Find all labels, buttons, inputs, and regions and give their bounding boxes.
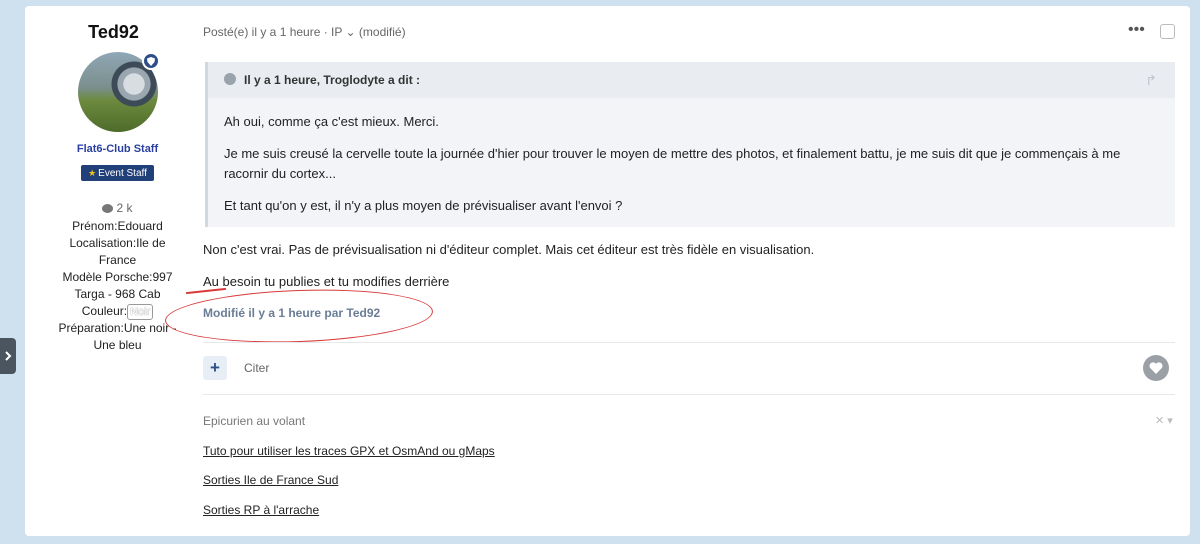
signature-link[interactable]: Sorties RP à l'arrache [203, 503, 319, 517]
quote-paragraph: Et tant qu'on y est, il n'y a plus moyen… [224, 198, 623, 213]
profile-field: Prénom:Edouard [72, 219, 163, 233]
post-meta[interactable]: Posté(e) il y a 1 heure · IP ⌄ (modifié) [203, 25, 406, 39]
post-paragraph: Au besoin tu publies et tu modifies derr… [203, 274, 450, 289]
signature-title: Epicurien au volant [203, 414, 306, 428]
profile-field: France [98, 253, 137, 267]
signature-link[interactable]: Sorties Ile de France Sud [203, 473, 338, 487]
side-panel-toggle[interactable] [0, 338, 16, 374]
post-paragraph: Non c'est vrai. Pas de prévisualisation … [203, 242, 815, 257]
post-count: 2 k [45, 201, 190, 215]
edited-notice: Modifié il y a 1 heure par Ted92 [203, 306, 381, 320]
profile-field: Modèle Porsche:997 [62, 270, 173, 284]
cite-button[interactable]: Citer [244, 361, 269, 375]
comment-icon [102, 204, 114, 213]
more-options-icon[interactable]: ••• [1128, 22, 1145, 38]
star-icon: ★ [88, 168, 97, 178]
collapse-chevron-icon[interactable] [224, 73, 236, 85]
chevron-right-icon [5, 351, 12, 361]
divider [203, 342, 1175, 343]
post-count-value: 2 k [116, 201, 133, 215]
divider [203, 394, 1175, 395]
quote-paragraph: Ah oui, comme ça c'est mieux. Merci. [224, 114, 439, 129]
share-arrow-icon[interactable]: ↱ [1145, 72, 1157, 89]
select-post-checkbox[interactable] [1160, 24, 1175, 39]
multiquote-button[interactable]: + [203, 356, 227, 380]
quote-block: Il y a 1 heure, Troglodyte a dit : ↱ Ah … [205, 62, 1175, 227]
profile-field: Localisation:Ile de [69, 236, 166, 250]
staff-badge-label: Event Staff [98, 168, 147, 179]
quote-citation: Il y a 1 heure, Troglodyte a dit : [244, 73, 421, 87]
quote-paragraph: Je me suis creusé la cervelle toute la j… [224, 146, 1121, 181]
color-chip: Noir [127, 304, 154, 320]
staff-badge: ★ Event Staff [81, 165, 154, 181]
group-name: Flat6-Club Staff [76, 143, 159, 155]
quote-header: Il y a 1 heure, Troglodyte a dit : ↱ [208, 62, 1175, 98]
profile-field: Une bleu [93, 338, 142, 352]
heart-icon[interactable] [1143, 355, 1169, 381]
shield-icon [142, 52, 160, 70]
profile-field-label: Couleur: [81, 304, 128, 318]
author-name[interactable]: Ted92 [45, 22, 182, 43]
signature-link[interactable]: Tuto pour utiliser les traces GPX et Osm… [203, 444, 495, 458]
quote-body: Ah oui, comme ça c'est mieux. Merci. Je … [224, 112, 1154, 228]
profile-field: Targa - 968 Cab [74, 287, 161, 301]
hide-signature-icon[interactable]: ✕ ▾ [1155, 414, 1173, 427]
